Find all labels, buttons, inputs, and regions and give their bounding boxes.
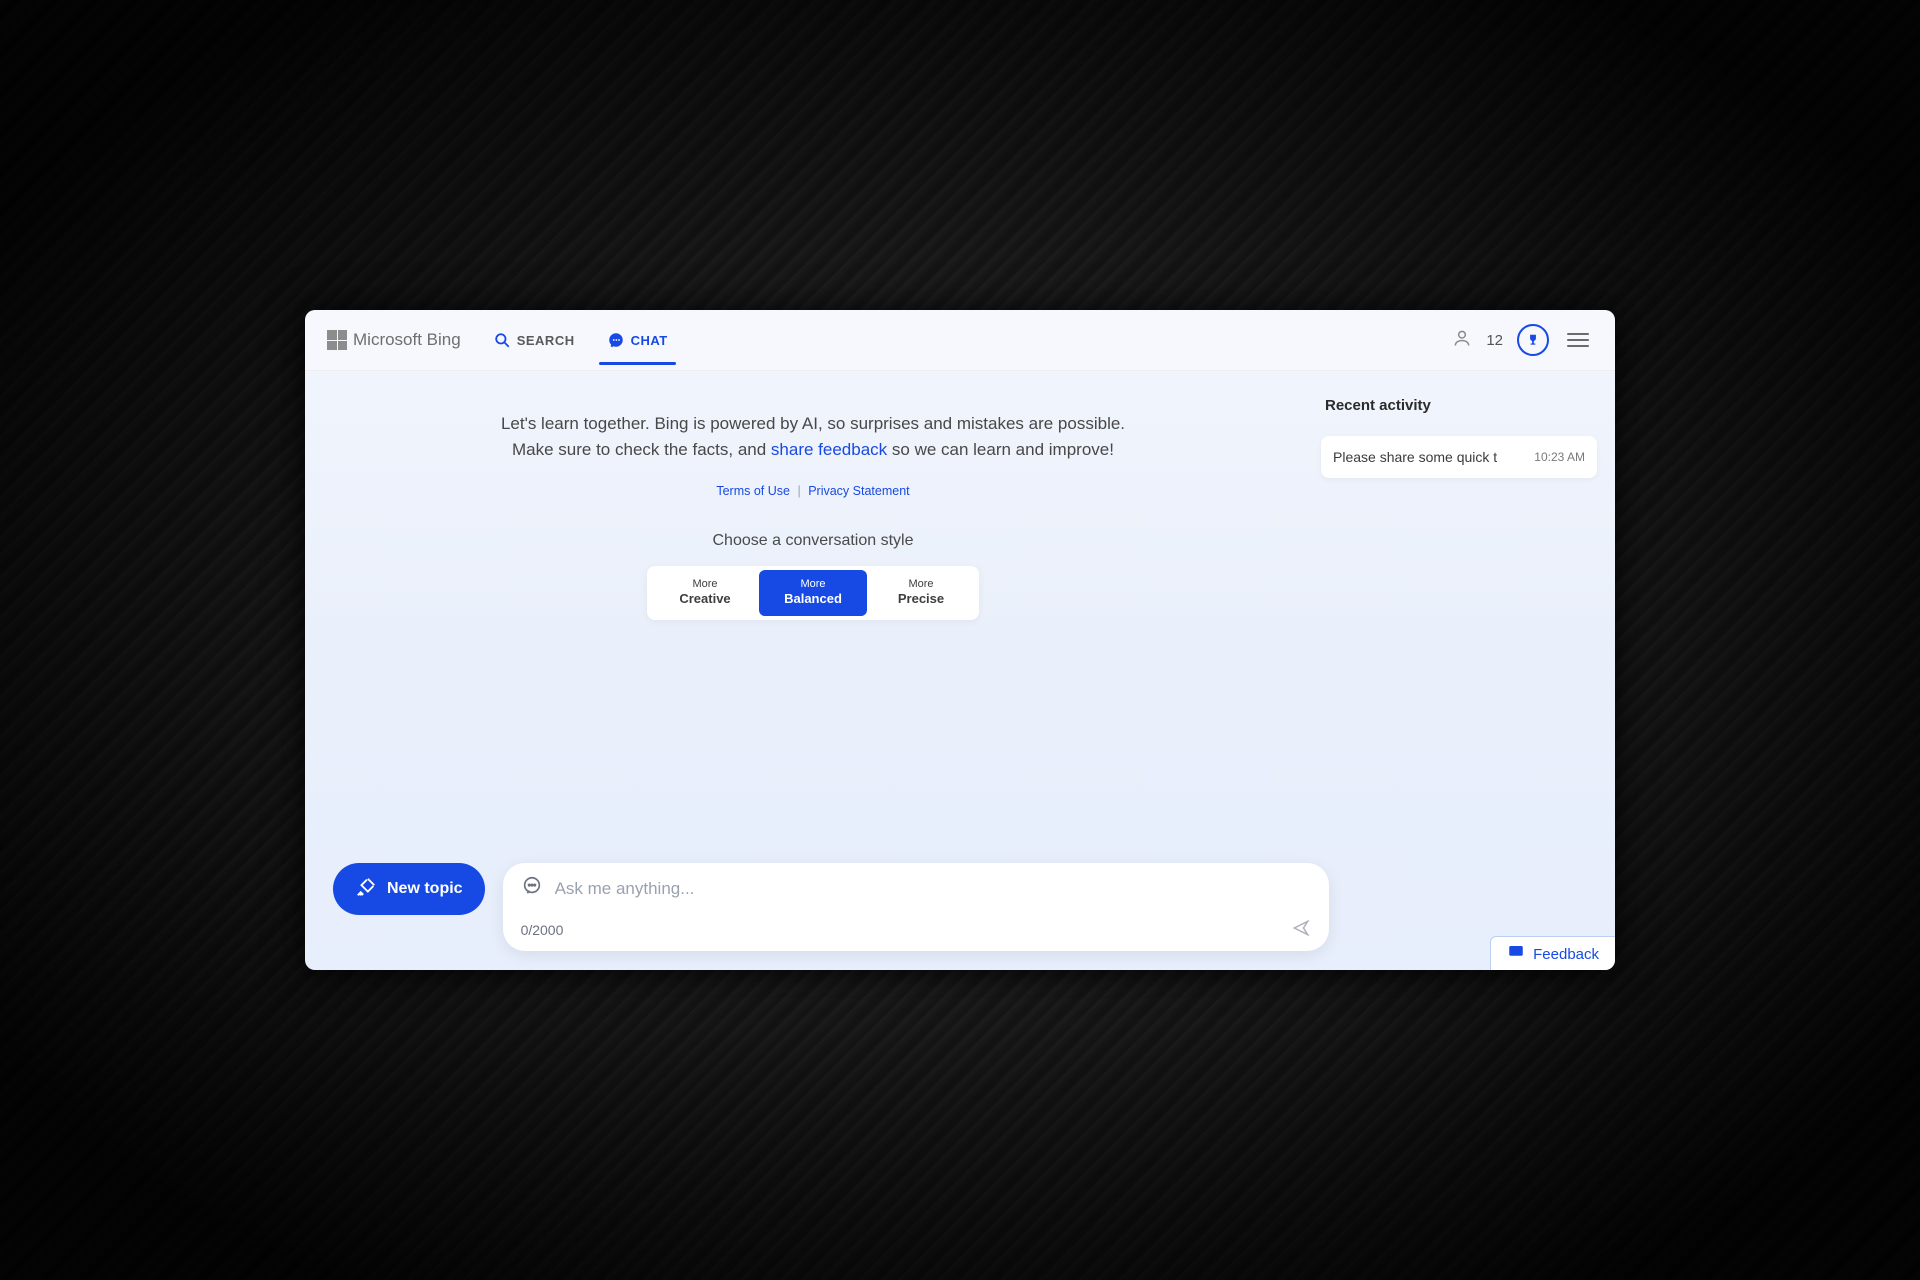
bing-chat-window: Microsoft Bing SEARCH CHAT <box>305 310 1615 970</box>
tab-chat[interactable]: CHAT <box>605 313 670 367</box>
recent-item-time: 10:23 AM <box>1534 450 1585 464</box>
header-bar: Microsoft Bing SEARCH CHAT <box>305 310 1615 371</box>
main-area: Let's learn together. Bing is powered by… <box>305 371 1615 970</box>
separator: | <box>797 484 800 498</box>
terms-of-use-link[interactable]: Terms of Use <box>716 484 790 498</box>
brand-text: Microsoft Bing <box>353 330 461 350</box>
broom-icon <box>355 876 377 903</box>
feedback-label: Feedback <box>1533 946 1599 963</box>
conversation-style-picker: More Creative More Balanced More Precise <box>647 566 979 620</box>
style-option-balanced[interactable]: More Balanced <box>759 570 867 616</box>
header-tabs: SEARCH CHAT <box>491 313 670 367</box>
brand-logo[interactable]: Microsoft Bing <box>327 330 461 350</box>
style-option-precise[interactable]: More Precise <box>867 570 975 616</box>
tab-chat-label: CHAT <box>631 333 668 348</box>
desktop-background: Microsoft Bing SEARCH CHAT <box>0 0 1920 1280</box>
submit-icon[interactable] <box>1291 918 1311 941</box>
feedback-button[interactable]: Feedback <box>1490 936 1615 970</box>
chat-bubble-icon <box>521 875 543 902</box>
share-feedback-link[interactable]: share feedback <box>771 440 887 459</box>
intro-line2: Make sure to check the facts, and share … <box>501 437 1125 463</box>
style-option-creative[interactable]: More Creative <box>651 570 759 616</box>
hamburger-menu-icon[interactable] <box>1563 329 1593 351</box>
intro-text: Let's learn together. Bing is powered by… <box>501 411 1125 464</box>
char-counter: 0/2000 <box>521 922 564 938</box>
recent-item-title: Please share some quick t <box>1333 449 1497 465</box>
search-icon <box>493 331 511 349</box>
legal-links: Terms of Use | Privacy Statement <box>716 484 909 498</box>
new-topic-label: New topic <box>387 880 463 898</box>
profile-icon[interactable] <box>1452 328 1472 353</box>
header-actions: 12 <box>1452 324 1593 356</box>
privacy-statement-link[interactable]: Privacy Statement <box>808 484 909 498</box>
ask-input[interactable] <box>553 878 1311 900</box>
rewards-points: 12 <box>1486 332 1503 349</box>
compose-row: New topic 0/2000 <box>333 863 1587 951</box>
ask-box: 0/2000 <box>503 863 1329 951</box>
feedback-icon <box>1507 943 1525 965</box>
tab-search-label: SEARCH <box>517 333 575 348</box>
tab-search[interactable]: SEARCH <box>491 313 577 367</box>
chat-icon <box>607 331 625 349</box>
recent-activity-heading: Recent activity <box>1325 397 1597 414</box>
microsoft-logo-icon <box>327 330 347 350</box>
new-topic-button[interactable]: New topic <box>333 863 485 915</box>
rewards-icon[interactable] <box>1517 324 1549 356</box>
style-heading: Choose a conversation style <box>713 532 914 550</box>
intro-line1: Let's learn together. Bing is powered by… <box>501 411 1125 437</box>
recent-activity-item[interactable]: Please share some quick t 10:23 AM <box>1321 436 1597 478</box>
